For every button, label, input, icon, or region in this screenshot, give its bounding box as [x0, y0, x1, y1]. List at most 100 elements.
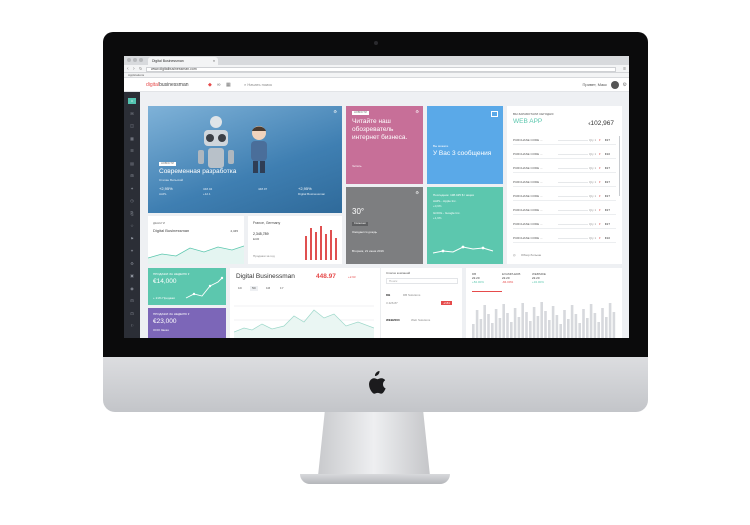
company-list-title: Список компаний: [386, 271, 411, 275]
back-icon[interactable]: ‹: [127, 65, 129, 73]
sales-row[interactable]: PURCHASE CODE ... Qty 1 ▾ €27: [513, 206, 616, 215]
news-badge: НОВОСТИ: [352, 111, 369, 115]
sales-row-trend-icon: ▾: [599, 236, 601, 240]
window-zoom-dot[interactable]: [139, 58, 143, 62]
sidebar-item-4[interactable]: ▦: [128, 136, 136, 142]
weather-settings-icon[interactable]: ⚙: [415, 191, 419, 195]
link-icon[interactable]: ∞: [217, 82, 221, 88]
bar: [487, 314, 490, 338]
region-card[interactable]: France, Germany 2,345,789 EUR Продажи за…: [248, 216, 342, 264]
region-currency: EUR: [253, 237, 260, 241]
bar-tab[interactable]: DB 22.20 +84.00%: [472, 272, 502, 292]
stock-chart-title: Digital Businessman: [236, 273, 295, 280]
sidebar-item-18[interactable]: ⊡: [128, 311, 136, 317]
search-input[interactable]: Начать поиск: [247, 82, 272, 87]
news-card[interactable]: ⚙ НОВОСТИ Читайте наш обозреватель интер…: [346, 106, 423, 184]
search-area[interactable]: ⌕ Начать поиск: [244, 78, 272, 92]
deposit-card[interactable]: ДЕНЬГИ Digital Businessman 2,345: [148, 216, 244, 264]
sales-row[interactable]: PURCHASE CODE ... Qty 1 ▾ €10: [513, 234, 616, 243]
browser-tab-title: Digital Businessman: [152, 59, 184, 63]
sidebar-item-17[interactable]: ⊟: [128, 298, 136, 304]
sales-row-name: PURCHASE CODE ...: [513, 166, 543, 170]
window-minimize-dot[interactable]: [133, 58, 137, 62]
weather-card[interactable]: ⚙ 30° Солнечно Ожидается дождь Вторник, …: [346, 187, 423, 264]
sidebar-item-6[interactable]: ▤: [128, 161, 136, 167]
weekly-sales-widget[interactable]: ПРОДАЖИ ЗА НЕДЕЛЮ ▾ €14,000 + 21% Продаж…: [148, 268, 226, 305]
sidebar-item-5[interactable]: ☰: [128, 148, 136, 154]
stock-tab-1d[interactable]: 1D: [236, 286, 244, 291]
company-item1-ticker[interactable]: DB: [386, 293, 390, 297]
sidebar-item-3[interactable]: ◫: [128, 123, 136, 129]
bar: [593, 313, 597, 338]
user-greeting[interactable]: Привет, Макс: [582, 78, 607, 92]
sales-row-trend-icon: ▾: [599, 208, 601, 212]
weekly-orders-widget[interactable]: ПРОДАЖИ ЗА НЕДЕЛЮ ▾ €23,000 ООО Заказ: [148, 308, 226, 338]
forward-icon[interactable]: ›: [133, 65, 135, 73]
sidebar-item-10[interactable]: ⎘: [128, 211, 136, 217]
sales-row-qty: Qty 1: [589, 194, 597, 198]
window-close-dot[interactable]: [127, 58, 131, 62]
sales-row-name: PURCHASE CODE ...: [513, 152, 543, 156]
sales-row[interactable]: PURCHASE CODE ... Qty 1 ▾ €27: [513, 192, 616, 201]
url-field[interactable]: www.digitalbusinessman.com: [146, 66, 616, 72]
sidebar-item-9[interactable]: ◷: [128, 198, 136, 204]
sales-footer[interactable]: Обзор больше: [521, 253, 541, 257]
deposit-area-chart: [148, 245, 244, 264]
sidebar-item-12[interactable]: ⚑: [128, 236, 136, 242]
message-icon[interactable]: [491, 111, 498, 117]
hero-card[interactable]: ⚙ НОВОСТИ Современная разработка Степан …: [148, 106, 342, 213]
sales-row-trend-icon: ▾: [599, 152, 601, 156]
palette-icon[interactable]: ◆: [208, 82, 212, 88]
stock-tab-1y[interactable]: 1Y: [278, 286, 286, 291]
stock-tab-1m[interactable]: 1M: [264, 286, 272, 291]
bar: [574, 314, 578, 338]
sidebar-item-11[interactable]: ☆: [128, 223, 136, 229]
sidebar-item-15[interactable]: ▣: [128, 273, 136, 279]
news-link[interactable]: Читать: [352, 164, 362, 168]
bar: [491, 323, 494, 338]
reload-icon[interactable]: ↻: [139, 65, 142, 73]
messages-card[interactable]: Вы можете У Вас 3 сообщения: [427, 106, 503, 184]
bar-tab[interactable]: WEBSIDE 22.20 +34.00%: [532, 272, 562, 292]
sales-scrollbar[interactable]: [618, 136, 620, 196]
sales-row[interactable]: PURCHASE CODE ... Qty 1 ▾ €27: [513, 220, 616, 229]
sales-row-trend-icon: ▾: [599, 138, 601, 142]
sidebar-item-13[interactable]: ⌖: [128, 248, 136, 254]
sidebar-item-8[interactable]: ✦: [128, 186, 136, 192]
hero-settings-icon[interactable]: ⚙: [333, 110, 337, 114]
bar: [578, 323, 581, 338]
grid-icon[interactable]: ▦: [226, 82, 231, 88]
settings-icon[interactable]: ⚙: [623, 82, 627, 88]
weekly-orders-sub: ООО Заказ: [153, 328, 169, 332]
sidebar-item-14[interactable]: ⚙: [128, 261, 136, 267]
sales-row-trend-icon: ▾: [599, 222, 601, 226]
company-search-input[interactable]: Поиск: [386, 278, 458, 284]
sidebar-item-2[interactable]: ✉: [128, 111, 136, 117]
sales-row[interactable]: PURCHASE CODE ... Qty 1 ▾ €27: [513, 136, 616, 145]
news-settings-icon[interactable]: ⚙: [415, 110, 419, 114]
stocks-line1: AAPL - Apple Inc.: [433, 199, 457, 203]
company-item2-ticker[interactable]: WEB2000: [386, 318, 400, 322]
sales-row[interactable]: PURCHASE CODE ... Qty 1 ▾ €27: [513, 178, 616, 187]
sales-row[interactable]: PURCHASE CODE ... Qty 1 ▾ €27: [513, 164, 616, 173]
bar: [612, 312, 616, 338]
bar: [475, 310, 479, 338]
bar: [529, 321, 532, 338]
browser-tabbar: Digital Businessman ×: [124, 56, 629, 65]
sidebar-item-1[interactable]: ⌂: [128, 98, 136, 104]
tab-close-icon[interactable]: ×: [213, 57, 215, 65]
sidebar-item-7[interactable]: ⊞: [128, 173, 136, 179]
browser-menu-icon[interactable]: ≡: [623, 65, 626, 73]
stock-tab-5d[interactable]: 5D: [250, 286, 258, 291]
bar-tab[interactable]: EXAMPLEDB 22.20 -84.00%: [502, 272, 532, 292]
avatar[interactable]: [611, 81, 619, 89]
sidebar-item-19[interactable]: ⚐: [128, 323, 136, 329]
app-logo[interactable]: digitalbusinessman: [146, 78, 189, 92]
hero-title[interactable]: Современная разработка: [159, 168, 329, 176]
stocks-card[interactable]: Последние: 138.425 $ / акция AAPL - Appl…: [427, 187, 503, 264]
sales-row[interactable]: PURCHASE CODE ... Qty 1 ▾ €10: [513, 150, 616, 159]
sidebar-item-16[interactable]: ◉: [128, 286, 136, 292]
browser-tab[interactable]: Digital Businessman ×: [148, 57, 218, 65]
bookmark-applications[interactable]: Applications: [128, 73, 144, 77]
bar: [605, 317, 608, 338]
